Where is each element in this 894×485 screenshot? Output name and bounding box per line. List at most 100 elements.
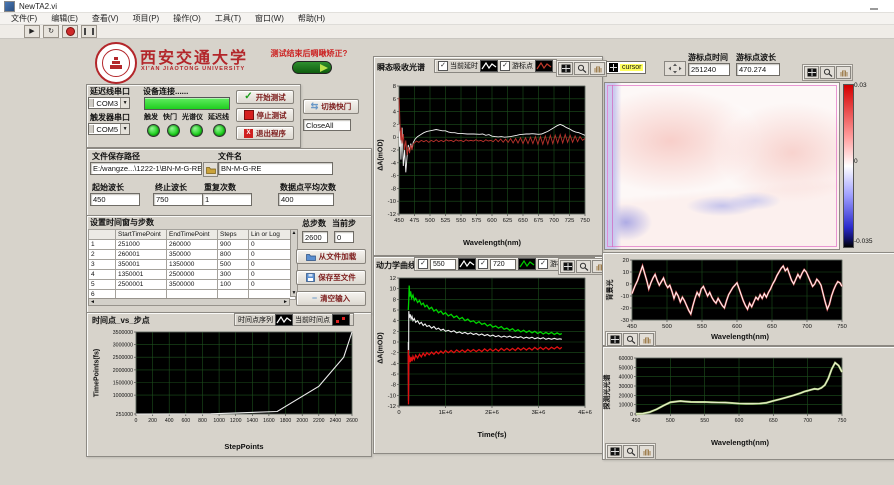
table-row[interactable]: 22600013500008000 xyxy=(89,250,296,260)
table-cell[interactable]: 4 xyxy=(89,270,116,280)
table-cell[interactable]: 0 xyxy=(249,260,296,270)
stop-wavelength-input[interactable]: 750 xyxy=(153,193,203,206)
table-cell[interactable]: 0 xyxy=(249,240,296,250)
graph-tool-pan-icon[interactable] xyxy=(639,333,654,346)
current-delay-checkbox[interactable]: ✓ xyxy=(438,61,448,71)
save-to-file-button[interactable]: 保存至文件 xyxy=(296,270,366,285)
table-cell[interactable]: 3 xyxy=(89,260,116,270)
cursor-point-checkbox[interactable]: ✓ xyxy=(500,61,510,71)
table-cell[interactable]: 0 xyxy=(249,270,296,280)
heatmap-graph-palette[interactable] xyxy=(802,64,853,81)
graph-tool-pan-icon[interactable] xyxy=(836,66,851,79)
minimize-button[interactable] xyxy=(868,2,880,10)
scroll-right-icon[interactable]: ► xyxy=(283,299,288,305)
probe-spectrum-plot[interactable]: 4505005506006507007500100002000030000400… xyxy=(606,350,850,436)
graph-tool-crosshair-icon[interactable] xyxy=(804,66,819,79)
start-test-button[interactable]: ✓ 开始测试 xyxy=(236,90,294,104)
switch-shutter-button[interactable]: ⇆ 切换快门 xyxy=(303,99,359,114)
chirp-correction-toggle[interactable] xyxy=(292,61,332,74)
ta-graph-palette[interactable] xyxy=(556,60,607,77)
menu-item-5[interactable]: 工具(T) xyxy=(208,13,248,24)
run-button[interactable]: ▶ xyxy=(24,25,40,38)
cursor-legend[interactable]: cursor xyxy=(606,61,646,74)
cursor-point-checkbox[interactable]: ✓ xyxy=(538,259,548,269)
probe-graph-palette[interactable] xyxy=(605,443,656,460)
menu-item-0[interactable]: 文件(F) xyxy=(4,13,44,24)
avg-count-input[interactable]: 400 xyxy=(278,193,334,206)
delay-port-select[interactable]: COM3 ▼ xyxy=(88,97,130,109)
graph-tool-crosshair-icon[interactable] xyxy=(558,62,573,75)
table-cell[interactable]: 1350001 xyxy=(116,270,167,280)
graph-tool-pan-icon[interactable] xyxy=(639,445,654,458)
stop-test-button[interactable]: 停止测试 xyxy=(236,108,294,122)
abort-button[interactable] xyxy=(62,25,78,38)
table-cell[interactable]: 5 xyxy=(89,280,116,290)
graph-tool-crosshair-icon[interactable] xyxy=(607,333,622,346)
table-row[interactable]: 4135000125000003000 xyxy=(89,270,296,280)
chevron-down-icon[interactable]: ▼ xyxy=(120,124,129,134)
table-cell[interactable]: 260000 xyxy=(167,240,218,250)
steps-table[interactable]: StartTimePointEndTimePointStepsLin or Lo… xyxy=(88,229,296,300)
scroll-up-icon[interactable]: ▲ xyxy=(292,230,297,236)
menu-item-4[interactable]: 操作(O) xyxy=(166,13,208,24)
table-cell[interactable]: 0 xyxy=(249,250,296,260)
table-cell[interactable]: 2 xyxy=(89,250,116,260)
graph-tool-pan-icon[interactable] xyxy=(590,62,605,75)
table-cell[interactable]: 900 xyxy=(218,240,249,250)
table-hscrollbar[interactable]: ◄► xyxy=(88,298,290,306)
file-name-input[interactable]: BN-M-G-RE xyxy=(218,162,333,175)
exit-program-button[interactable]: X 退出程序 xyxy=(236,126,294,140)
wl2-checkbox[interactable]: ✓ xyxy=(478,259,488,269)
table-cell[interactable]: 100 xyxy=(218,280,249,290)
wl1-checkbox[interactable]: ✓ xyxy=(418,259,428,269)
table-cell[interactable]: 0 xyxy=(249,280,296,290)
table-cell[interactable]: 350001 xyxy=(116,260,167,270)
table-cell[interactable]: 260001 xyxy=(116,250,167,260)
menu-item-3[interactable]: 项目(P) xyxy=(126,13,167,24)
table-cell[interactable]: 350000 xyxy=(167,250,218,260)
table-cell[interactable]: 3500000 xyxy=(167,280,218,290)
kinetics-plot[interactable]: 01E+62E+63E+64E+6-12-10-8-6-4-2024681012 xyxy=(375,272,597,428)
run-continuous-button[interactable]: ↻ xyxy=(43,25,59,38)
repeat-count-input[interactable]: 1 xyxy=(202,193,252,206)
graph-tool-zoom-icon[interactable] xyxy=(623,333,638,346)
scroll-left-icon[interactable]: ◄ xyxy=(90,299,95,305)
menu-item-1[interactable]: 编辑(E) xyxy=(44,13,85,24)
load-from-file-button[interactable]: 从文件加载 xyxy=(296,249,366,264)
browse-folder-button[interactable] xyxy=(203,162,218,177)
table-cell[interactable]: 800 xyxy=(218,250,249,260)
pause-button[interactable] xyxy=(81,25,97,38)
graph-tool-zoom-icon[interactable] xyxy=(574,62,589,75)
graph-tool-zoom-icon[interactable] xyxy=(623,445,638,458)
cursor-move-button[interactable] xyxy=(664,61,686,76)
table-cell[interactable]: 1 xyxy=(89,240,116,250)
svg-text:600: 600 xyxy=(732,324,742,330)
bg-light-plot[interactable]: 450500550600650700750-30-20-1001020 xyxy=(606,254,850,342)
table-row[interactable]: 12510002600009000 xyxy=(89,240,296,250)
table-cell[interactable]: 251000 xyxy=(116,240,167,250)
step-chart-plot[interactable]: 0200400600800100012001400160018002000220… xyxy=(90,324,362,440)
menu-item-6[interactable]: 窗口(W) xyxy=(248,13,291,24)
table-cell[interactable]: 2500000 xyxy=(167,270,218,280)
table-row[interactable]: 5250000135000001000 xyxy=(89,280,296,290)
wl2-input[interactable]: 720 xyxy=(490,259,516,270)
wl1-input[interactable]: 550 xyxy=(430,259,456,270)
start-wavelength-input[interactable]: 450 xyxy=(90,193,140,206)
heatmap-cursor-vline[interactable] xyxy=(612,85,613,247)
table-cell[interactable]: 500 xyxy=(218,260,249,270)
ta-spectrum-plot[interactable]: 450475500525550575600625650675700725750-… xyxy=(375,78,597,236)
menu-item-7[interactable]: 帮助(H) xyxy=(291,13,332,24)
table-cell[interactable]: 300 xyxy=(218,270,249,280)
table-cell[interactable]: 1350000 xyxy=(167,260,218,270)
chevron-down-icon[interactable]: ▼ xyxy=(120,98,129,108)
file-path-input[interactable]: E:/wangze...\1222-1\BN-M-G-RE xyxy=(90,162,202,175)
trigger-port-select[interactable]: COM5 ▼ xyxy=(88,123,130,135)
table-row[interactable]: 335000113500005000 xyxy=(89,260,296,270)
table-cell[interactable]: 2500001 xyxy=(116,280,167,290)
graph-tool-crosshair-icon[interactable] xyxy=(607,445,622,458)
menu-item-2[interactable]: 查看(V) xyxy=(85,13,126,24)
clear-input-button[interactable]: − 清空输入 xyxy=(296,291,366,306)
ta-heatmap[interactable] xyxy=(604,82,840,250)
close-all-field[interactable]: CloseAll xyxy=(303,119,351,131)
graph-tool-zoom-icon[interactable] xyxy=(820,66,835,79)
